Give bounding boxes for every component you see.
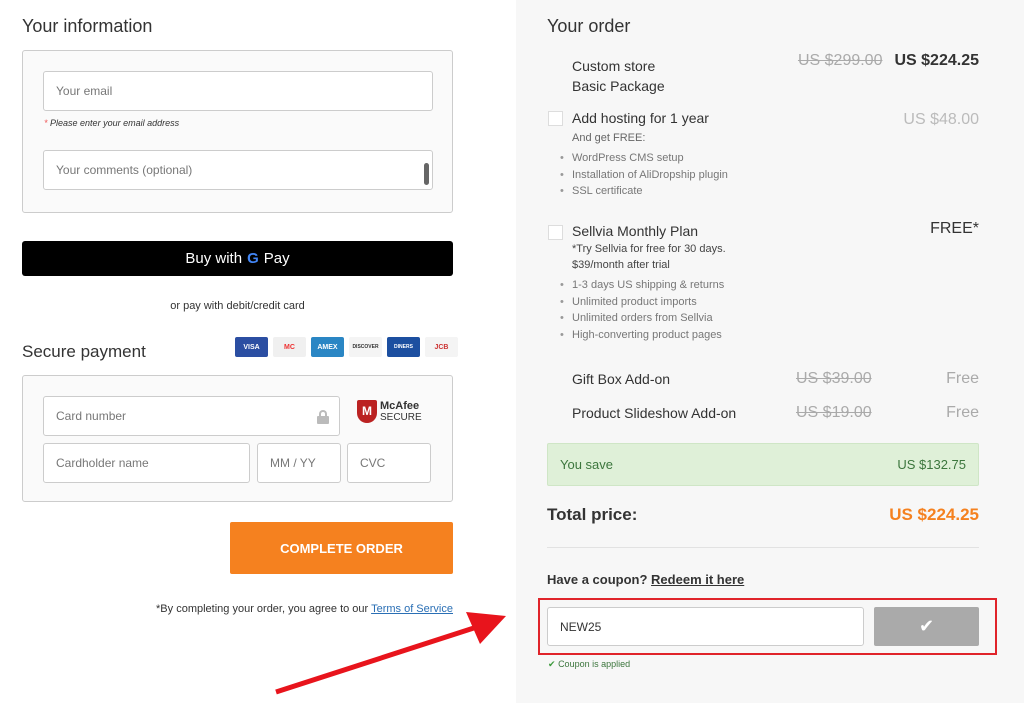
redeem-link[interactable]: Redeem it here [651, 572, 744, 587]
sellvia-list: 1-3 days US shipping & returns Unlimited… [560, 277, 724, 344]
sellvia-price: FREE* [930, 220, 979, 237]
cvc-placeholder: CVC [360, 456, 386, 470]
list-item: Unlimited product imports [560, 294, 724, 311]
sellvia-sub: *Try Sellvia for free for 30 days. $39/mo… [572, 241, 726, 273]
information-box: Your email * Please enter your email add… [22, 50, 453, 213]
cardholder-placeholder: Cardholder name [56, 456, 149, 470]
list-item: High-converting product pages [560, 327, 724, 344]
package-current-price: US $224.25 [894, 52, 979, 69]
email-hint: * Please enter your email address [44, 118, 179, 128]
comments-placeholder: Your comments (optional) [56, 163, 193, 177]
card-number-input[interactable]: Card number [43, 396, 340, 436]
visa-icon: VISA [235, 337, 268, 357]
mcafee-logo: M McAfee SECURE [357, 400, 422, 423]
package-line1: Custom store [572, 58, 656, 74]
google-g-icon: G [247, 250, 259, 267]
card-number-placeholder: Card number [56, 409, 127, 423]
sellvia-title: Sellvia Monthly Plan [572, 223, 699, 239]
your-order-title: Your order [547, 16, 631, 36]
cardholder-input[interactable]: Cardholder name [43, 443, 250, 483]
addon-name: Product Slideshow Add-on [572, 405, 737, 421]
total-label: Total price: [547, 505, 638, 524]
comments-scrollbar[interactable] [424, 163, 429, 185]
coupon-question: Have a coupon? Redeem it here [547, 572, 744, 587]
hosting-sub: And get FREE: [572, 132, 646, 144]
email-placeholder: Your email [56, 84, 113, 98]
coupon-applied: ✔ Coupon is applied [548, 659, 630, 670]
secure-payment-title: Secure payment [22, 342, 146, 361]
package-name: Custom store Basic Package [572, 56, 665, 96]
savings-amount: US $132.75 [897, 457, 966, 472]
alt-pay-text: or pay with debit/credit card [170, 300, 305, 312]
google-pay-button[interactable]: Buy with G Pay [22, 241, 453, 276]
email-hint-text: Please enter your email address [50, 118, 180, 128]
gpay-pay: Pay [263, 250, 290, 267]
arrow-shaft [275, 623, 481, 695]
savings-banner: You save US $132.75 [547, 443, 979, 486]
hosting-list: WordPress CMS setup Installation of AliD… [560, 150, 728, 200]
sellvia-sub2: $39/month after trial [572, 259, 670, 271]
mcafee-shield-icon: M [357, 400, 377, 423]
diners-icon: DINERS [387, 337, 420, 357]
list-item: 1-3 days US shipping & returns [560, 277, 724, 294]
comments-input[interactable]: Your comments (optional) [43, 150, 433, 190]
expiry-input[interactable]: MM / YY [257, 443, 341, 483]
coupon-value: NEW25 [560, 619, 602, 634]
package-line2: Basic Package [572, 78, 665, 94]
check-icon: ✔ [918, 616, 935, 636]
payment-box: Card number M McAfee SECURE Cardholder na… [22, 375, 453, 502]
hosting-checkbox[interactable] [548, 111, 563, 126]
list-item: Installation of AliDropship plugin [560, 167, 728, 184]
addon-price: Free [946, 370, 979, 387]
lock-icon [317, 410, 329, 424]
coupon-question-text: Have a coupon? [547, 572, 648, 587]
savings-label: You save [560, 457, 614, 472]
coupon-applied-text: Coupon is applied [558, 659, 631, 669]
package-old-price: US $299.00 [797, 52, 883, 69]
mcafee-name: McAfee [380, 399, 420, 412]
list-item: SSL certificate [560, 183, 728, 200]
sellvia-checkbox[interactable] [548, 225, 563, 240]
addon-name: Gift Box Add-on [572, 371, 671, 387]
jcb-icon: JCB [425, 337, 458, 357]
list-item: WordPress CMS setup [560, 150, 728, 167]
coupon-input[interactable]: NEW25 [547, 607, 864, 646]
gpay-label: Buy with [185, 250, 243, 267]
addon-old-price: US $19.00 [796, 404, 872, 421]
sellvia-sub1: *Try Sellvia for free for 30 days. [572, 243, 726, 255]
addon-price: Free [946, 404, 979, 421]
mcafee-secure: SECURE [380, 411, 422, 423]
discover-icon: DISCOVER [349, 337, 382, 357]
order-panel: Your order Custom store Basic Package US … [516, 0, 1024, 703]
card-logos: VISA MC AMEX DISCOVER DINERS JCB [235, 337, 458, 357]
total-amount: US $224.25 [889, 505, 979, 524]
hosting-price: US $48.00 [903, 111, 979, 128]
email-input[interactable]: Your email [43, 71, 433, 111]
apply-coupon-button[interactable]: ✔ [874, 607, 979, 646]
mastercard-icon: MC [273, 337, 306, 357]
complete-order-button[interactable]: COMPLETE ORDER [230, 522, 453, 574]
amex-icon: AMEX [311, 337, 344, 357]
red-arrow-annotation [275, 612, 506, 695]
check-icon: ✔ [548, 659, 556, 669]
addon-old-price: US $39.00 [796, 370, 872, 387]
hosting-title: Add hosting for 1 year [572, 110, 709, 126]
expiry-placeholder: MM / YY [270, 456, 316, 470]
package-price: US $299.00 US $224.25 [798, 52, 979, 70]
divider [547, 547, 979, 548]
list-item: Unlimited orders from Sellvia [560, 310, 724, 327]
cvc-input[interactable]: CVC [347, 443, 431, 483]
your-information-title: Your information [22, 16, 153, 36]
required-star: * [44, 118, 48, 128]
